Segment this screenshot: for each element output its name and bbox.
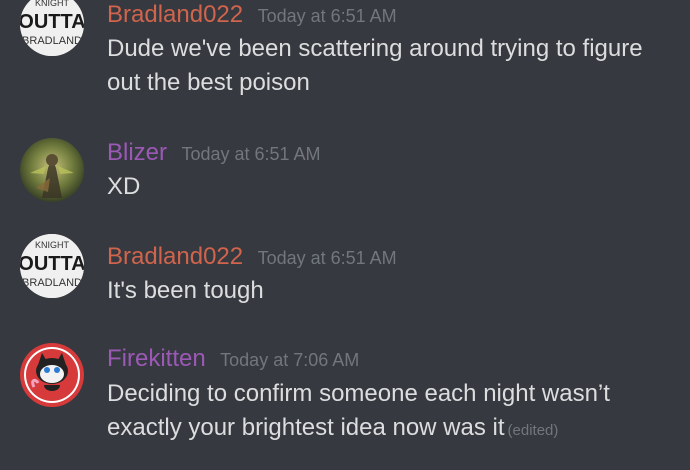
message-header: Bradland022 Today at 6:51 AM	[107, 243, 397, 271]
message: Firekitten Today at 7:06 AM Deciding to …	[0, 343, 690, 465]
username[interactable]: Bradland022	[107, 1, 243, 28]
message-header: Bradland022 Today at 6:51 AM	[107, 1, 397, 29]
message-text: Dude we've been scattering around trying…	[107, 32, 682, 100]
svg-text:KNIGHT: KNIGHT	[35, 240, 70, 250]
edited-indicator: (edited)	[507, 422, 559, 439]
message-text: XD	[107, 170, 682, 204]
timestamp: Today at 6:51 AM	[257, 248, 397, 268]
message-text: Deciding to confirm someone each night w…	[107, 377, 682, 448]
message-header: Firekitten Today at 7:06 AM	[107, 345, 359, 373]
timestamp: Today at 6:51 AM	[181, 144, 321, 164]
avatar[interactable]: KNIGHT OUTTA BRADLAND	[20, 0, 84, 56]
avatar[interactable]: KNIGHT OUTTA BRADLAND	[20, 234, 84, 298]
message: Blizer Today at 6:51 AM XD	[0, 138, 690, 210]
message-text: It's been tough	[107, 274, 682, 308]
message-body: Dude we've been scattering around trying…	[107, 35, 643, 96]
username[interactable]: Firekitten	[107, 345, 206, 372]
svg-text:BRADLAND: BRADLAND	[22, 35, 82, 47]
message: KNIGHT OUTTA BRADLAND Bradland022 Today …	[0, 0, 690, 110]
svg-text:OUTTA: OUTTA	[20, 11, 84, 33]
timestamp: Today at 7:06 AM	[220, 350, 360, 370]
chat-message-list: KNIGHT OUTTA BRADLAND Bradland022 Today …	[0, 0, 690, 470]
svg-text:OUTTA: OUTTA	[20, 253, 84, 275]
message-header: Blizer Today at 6:51 AM	[107, 139, 321, 167]
timestamp: Today at 6:51 AM	[257, 6, 397, 26]
username[interactable]: Bradland022	[107, 243, 243, 270]
svg-text:BRADLAND: BRADLAND	[22, 277, 82, 289]
avatar[interactable]	[20, 343, 84, 407]
message-body: XD	[107, 173, 141, 200]
message: KNIGHT OUTTA BRADLAND Bradland022 Today …	[0, 234, 690, 314]
avatar[interactable]	[20, 138, 84, 202]
message-body: It's been tough	[107, 277, 264, 304]
svg-text:KNIGHT: KNIGHT	[35, 0, 70, 8]
username[interactable]: Blizer	[107, 139, 167, 166]
